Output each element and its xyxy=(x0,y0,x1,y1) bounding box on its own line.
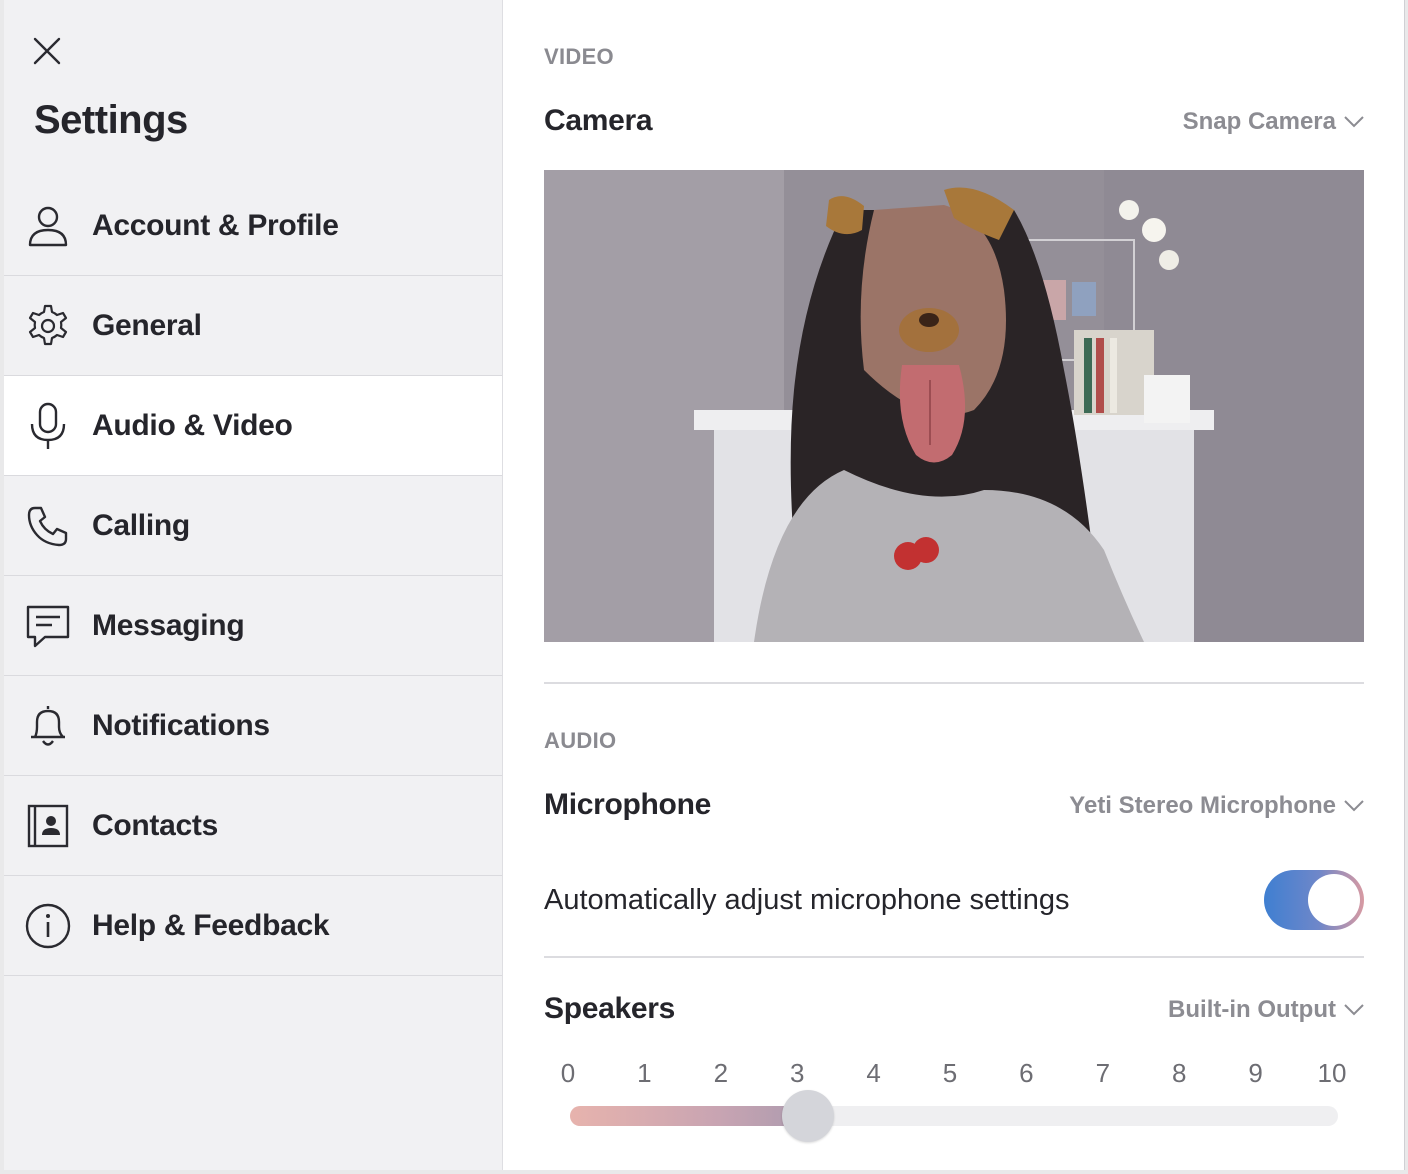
camera-dropdown[interactable]: Snap Camera xyxy=(1183,108,1364,136)
speakers-selected-value: Built-in Output xyxy=(1168,996,1336,1023)
info-icon xyxy=(24,902,72,950)
sidebar-item-notifications[interactable]: Notifications xyxy=(4,676,502,776)
section-divider xyxy=(544,682,1364,684)
volume-tick-8: 8 xyxy=(1171,1058,1187,1088)
chevron-down-icon xyxy=(1344,800,1364,812)
person-icon xyxy=(24,202,72,250)
volume-slider-thumb[interactable] xyxy=(782,1090,835,1142)
volume-tick-labels: 0 1 2 3 4 5 6 7 8 9 10 xyxy=(561,1058,1348,1092)
settings-dialog: Settings Account & Profile General Audio… xyxy=(4,0,1405,1170)
microphone-selected-value: Yeti Stereo Microphone xyxy=(1069,792,1336,819)
auto-adjust-label: Automatically adjust microphone settings xyxy=(544,884,1070,916)
microphone-label: Microphone xyxy=(544,788,711,821)
sidebar-item-label: Help & Feedback xyxy=(92,908,330,942)
auto-adjust-toggle[interactable] xyxy=(1264,870,1364,930)
microphone-icon xyxy=(24,402,72,450)
close-button[interactable] xyxy=(28,32,66,70)
chevron-down-icon xyxy=(1344,116,1364,128)
section-divider xyxy=(544,956,1364,958)
volume-tick-1: 1 xyxy=(637,1058,652,1088)
volume-tick-5: 5 xyxy=(942,1058,958,1088)
sidebar-item-label: Calling xyxy=(92,508,190,542)
settings-content: VIDEO Camera Snap Camera AUDIO Microphon… xyxy=(544,0,1364,1170)
sidebar-item-calling[interactable]: Calling xyxy=(4,476,502,576)
microphone-dropdown[interactable]: Yeti Stereo Microphone xyxy=(1069,792,1364,820)
close-icon xyxy=(33,37,61,65)
speakers-dropdown[interactable]: Built-in Output xyxy=(1168,996,1364,1024)
contact-card-icon xyxy=(24,802,72,850)
volume-tick-10: 10 xyxy=(1317,1058,1347,1088)
bell-icon xyxy=(24,702,72,750)
sidebar-item-general[interactable]: General xyxy=(4,276,502,376)
sidebar-item-contacts[interactable]: Contacts xyxy=(4,776,502,876)
sidebar-item-audio-video[interactable]: Audio & Video xyxy=(4,376,502,476)
volume-tick-0: 0 xyxy=(560,1058,576,1088)
sidebar-item-label: Audio & Video xyxy=(92,408,293,442)
camera-preview-image xyxy=(544,170,1364,642)
settings-nav: Account & Profile General Audio & Video … xyxy=(4,176,502,976)
chevron-down-icon xyxy=(1344,1004,1364,1016)
audio-section-heading: AUDIO xyxy=(544,728,617,753)
sidebar-item-label: Messaging xyxy=(92,608,245,642)
camera-preview xyxy=(544,170,1364,642)
speakers-label: Speakers xyxy=(544,992,676,1025)
sidebar-item-account-profile[interactable]: Account & Profile xyxy=(4,176,502,276)
volume-slider[interactable] xyxy=(570,1090,1338,1142)
toggle-knob xyxy=(1308,874,1360,926)
volume-tick-4: 4 xyxy=(866,1058,881,1088)
gear-icon xyxy=(24,302,72,350)
message-icon xyxy=(24,602,72,650)
settings-sidebar: Settings Account & Profile General Audio… xyxy=(4,0,503,1170)
sidebar-item-label: Contacts xyxy=(92,808,218,842)
camera-selected-value: Snap Camera xyxy=(1182,108,1336,135)
camera-label: Camera xyxy=(544,104,653,137)
phone-icon xyxy=(24,502,72,550)
sidebar-item-label: Notifications xyxy=(92,708,270,742)
volume-tick-3: 3 xyxy=(789,1058,805,1088)
video-section-heading: VIDEO xyxy=(544,44,614,69)
volume-slider-fill xyxy=(570,1106,819,1126)
sidebar-item-messaging[interactable]: Messaging xyxy=(4,576,502,676)
page-title: Settings xyxy=(34,98,188,142)
sidebar-item-label: Account & Profile xyxy=(92,208,339,242)
sidebar-item-help-feedback[interactable]: Help & Feedback xyxy=(4,876,502,976)
volume-tick-2: 2 xyxy=(713,1058,729,1088)
volume-tick-7: 7 xyxy=(1095,1058,1111,1088)
volume-tick-6: 6 xyxy=(1019,1058,1034,1088)
sidebar-item-label: General xyxy=(92,308,202,342)
volume-tick-9: 9 xyxy=(1248,1058,1263,1088)
